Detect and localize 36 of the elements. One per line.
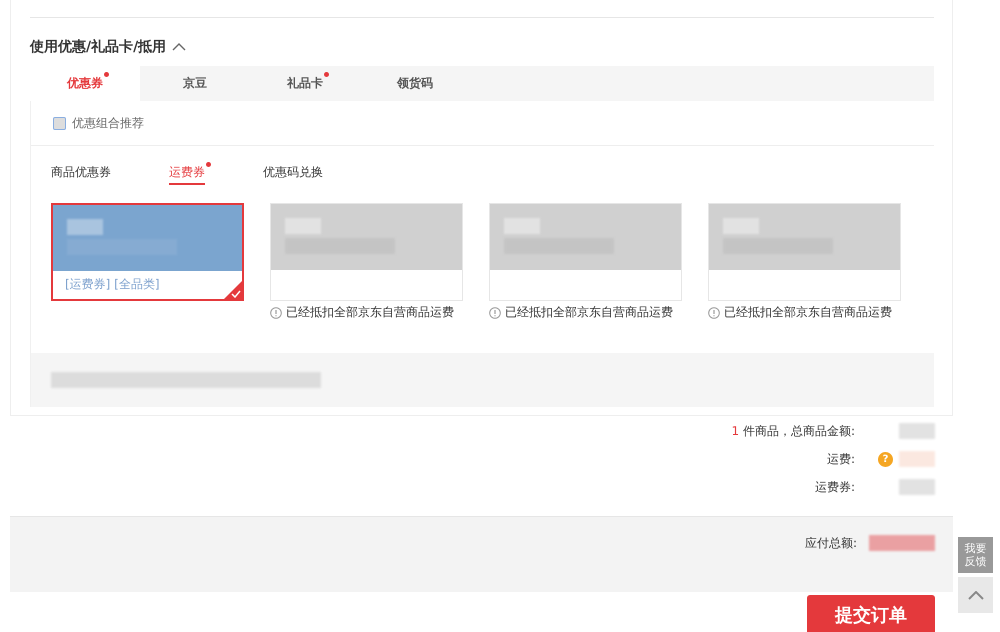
tab[interactable]: 优惠券 bbox=[30, 66, 140, 101]
tab[interactable]: 领货码 bbox=[360, 66, 470, 101]
submit-order-button[interactable]: 提交订单 bbox=[807, 595, 935, 632]
coupon-note: 已经抵扣全部京东自营商品运费 bbox=[286, 304, 454, 321]
redacted-block bbox=[899, 451, 935, 467]
sub-tab[interactable]: 优惠码兑换 bbox=[263, 164, 323, 185]
coupon-card[interactable] bbox=[708, 203, 901, 301]
check-corner-icon bbox=[224, 281, 242, 299]
feedback-button[interactable]: 我要反馈 bbox=[958, 537, 993, 573]
redacted-block bbox=[67, 219, 103, 235]
coupon-tags: [运费券] [全品类] bbox=[65, 276, 160, 293]
info-icon bbox=[270, 306, 282, 318]
summary-label: 运费: bbox=[826, 450, 855, 468]
sub-tab[interactable]: 商品优惠券 bbox=[51, 164, 111, 185]
section-title: 使用优惠/礼品卡/抵用 bbox=[30, 38, 166, 56]
checkbox[interactable] bbox=[53, 116, 66, 130]
back-to-top-button[interactable] bbox=[958, 577, 993, 613]
tab[interactable]: 礼品卡 bbox=[250, 66, 360, 101]
coupon-card[interactable] bbox=[489, 203, 682, 301]
chevron-up-icon[interactable] bbox=[172, 43, 186, 51]
coupon-note: 已经抵扣全部京东自营商品运费 bbox=[505, 304, 673, 321]
sub-tab[interactable]: 运费券 bbox=[169, 164, 205, 185]
redacted-block bbox=[869, 535, 935, 551]
checkbox-label: 优惠组合推荐 bbox=[72, 114, 144, 132]
summary-label: 1 件商品，总商品金额: bbox=[730, 422, 855, 440]
coupon-card[interactable] bbox=[270, 203, 463, 301]
coupon-card[interactable]: [运费券] [全品类] bbox=[51, 203, 244, 301]
redacted-block bbox=[899, 423, 935, 439]
info-icon bbox=[708, 306, 720, 318]
summary-label: 运费券: bbox=[814, 478, 855, 496]
chevron-up-icon bbox=[968, 590, 984, 600]
tab[interactable]: 京豆 bbox=[140, 66, 250, 101]
redacted-block bbox=[899, 479, 935, 495]
total-label: 应付总额: bbox=[804, 535, 857, 552]
coupon-note: 已经抵扣全部京东自营商品运费 bbox=[724, 304, 892, 321]
info-icon bbox=[489, 306, 501, 318]
